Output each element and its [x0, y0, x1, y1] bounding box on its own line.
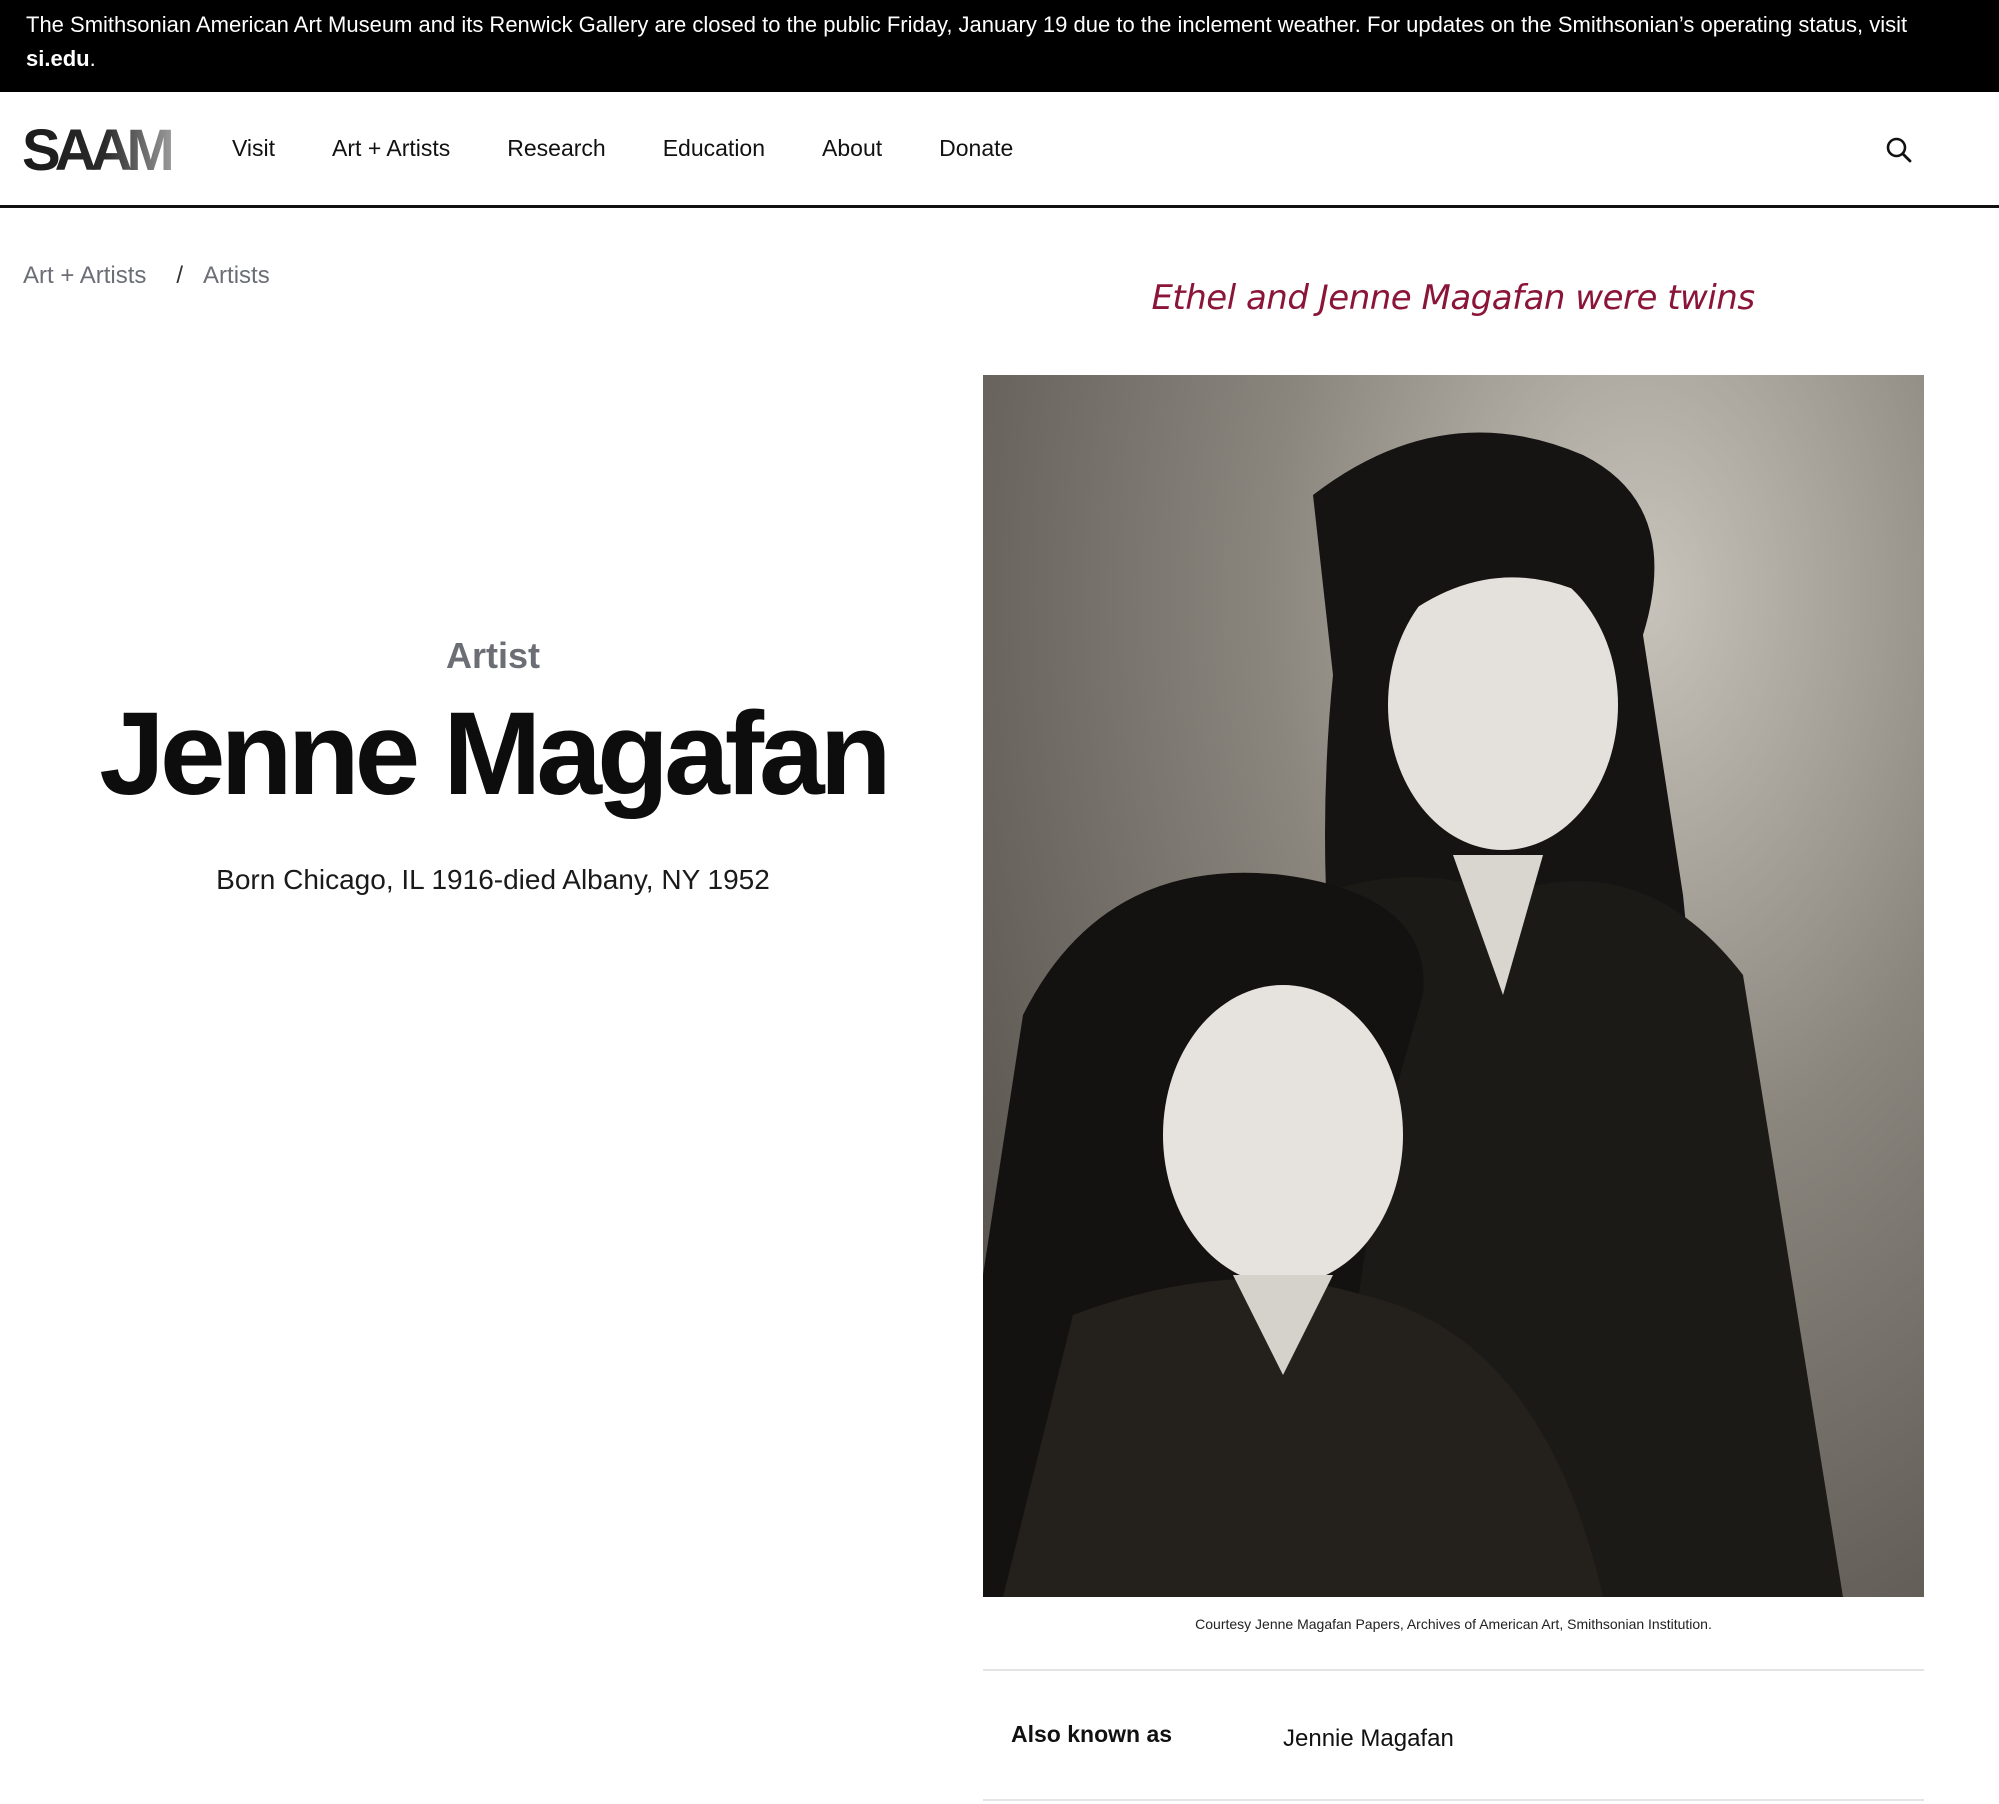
breadcrumb-artists[interactable]: Artists	[203, 262, 270, 290]
photo-heading: Ethel and Jenne Magafan were twins	[1151, 278, 1755, 318]
alert-banner: The Smithsonian American Art Museum and …	[0, 0, 1999, 92]
alert-link[interactable]: si.edu	[26, 46, 90, 71]
photo-illustration	[983, 432, 1843, 1597]
artist-dates: Born Chicago, IL 1916-died Albany, NY 19…	[216, 864, 770, 895]
main-nav: Visit Art + Artists Research Education A…	[232, 92, 1070, 205]
breadcrumb-art-artists[interactable]: Art + Artists	[23, 262, 146, 290]
breadcrumb-separator: /	[176, 262, 184, 289]
alert-text: The Smithsonian American Art Museum and …	[26, 12, 1908, 37]
nav-about[interactable]: About	[822, 135, 882, 162]
search-button[interactable]	[1874, 130, 1924, 170]
detail-row: Also known as Jennie Magafan	[983, 1671, 1924, 1801]
saam-logo[interactable]: SAAM	[22, 122, 178, 178]
nav-visit[interactable]: Visit	[232, 135, 275, 162]
breadcrumb: Art + Artists / Artists	[23, 262, 270, 290]
nav-art-artists[interactable]: Art + Artists	[332, 135, 450, 162]
nav-education[interactable]: Education	[663, 135, 765, 162]
artist-name: Jenne Magafan	[99, 688, 891, 820]
nav-research[interactable]: Research	[507, 135, 605, 162]
artist-details: Also known as Jennie Magafan	[983, 1669, 1924, 1801]
detail-label: Also known as	[1011, 1721, 1173, 1747]
logo-text: SAAM	[22, 122, 171, 178]
detail-value: Jennie Magafan	[1283, 1725, 1454, 1752]
artist-photo	[983, 375, 1924, 1597]
artist-kicker: Artist	[445, 635, 540, 676]
nav-donate[interactable]: Donate	[939, 135, 1013, 162]
alert-suffix: .	[89, 46, 96, 71]
search-icon	[1886, 137, 1912, 163]
photo-caption: Courtesy Jenne Magafan Papers, Archives …	[1195, 1616, 1712, 1632]
site-header: SAAM Visit Art + Artists Research Educat…	[0, 92, 1999, 208]
artist-hero: Artist Jenne Magafan Born Chicago, IL 19…	[0, 630, 986, 900]
